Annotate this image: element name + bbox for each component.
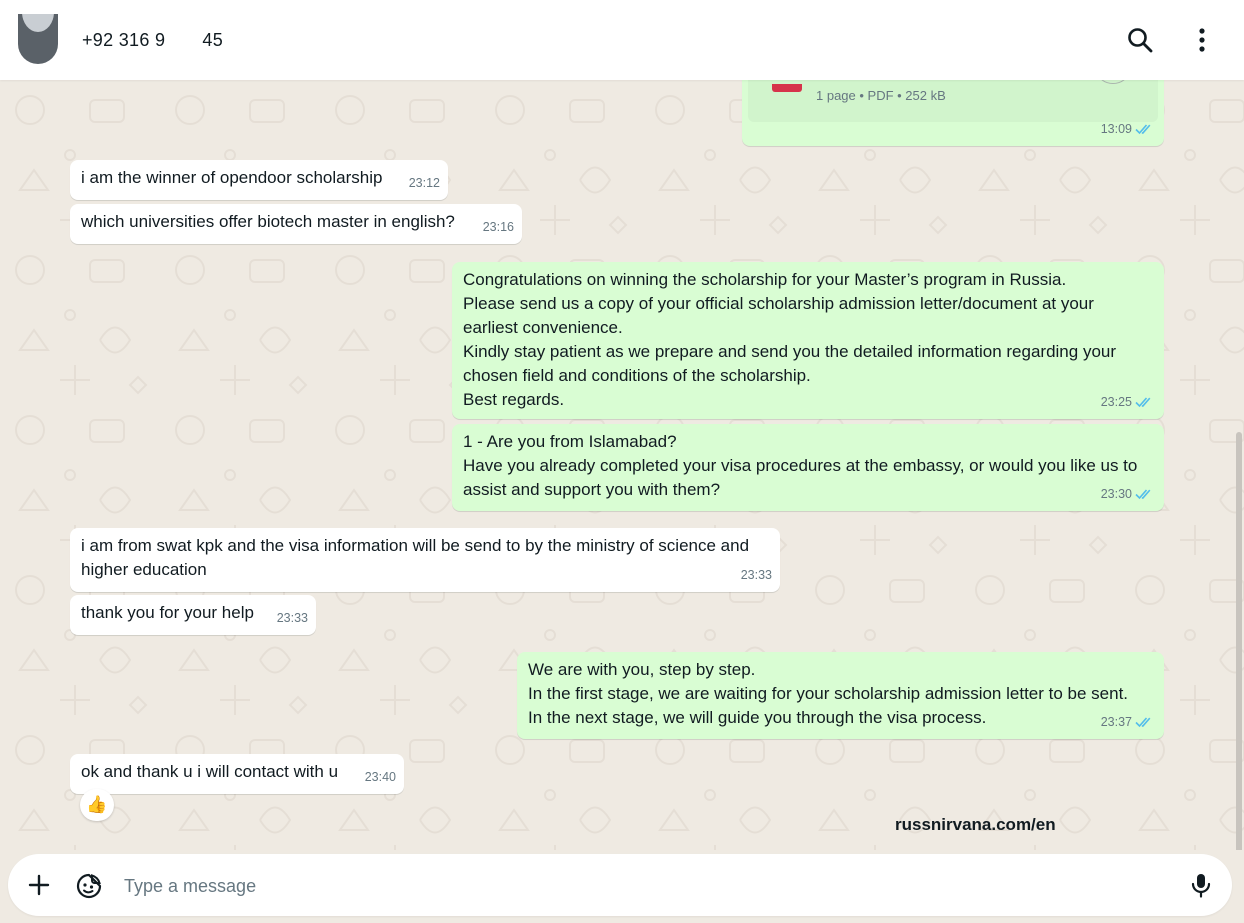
message-text: i am the winner of opendoor scholarship — [81, 168, 383, 187]
incoming-message[interactable]: i am the winner of opendoor scholarship … — [70, 160, 448, 200]
chat-scrollbar[interactable] — [1236, 432, 1242, 850]
message-text: thank you for your help — [81, 603, 254, 622]
chat-header: +92 316 9 45 — [0, 0, 1244, 80]
message-time: 23:25 — [1101, 390, 1154, 414]
pdf-file-icon — [772, 84, 802, 92]
watermark-text: russnirvana.com/en — [895, 815, 1056, 834]
double-check-icon — [1135, 489, 1151, 500]
download-icon[interactable] — [1094, 80, 1132, 84]
sticker-icon[interactable] — [75, 872, 102, 899]
message-time: 23:37 — [1101, 710, 1154, 734]
outgoing-message[interactable]: We are with you, step by step. In the fi… — [517, 652, 1164, 739]
message-composer — [8, 854, 1232, 916]
message-text: i am from swat kpk and the visa informat… — [81, 536, 754, 579]
double-check-icon — [1135, 124, 1151, 135]
menu-icon[interactable] — [1188, 26, 1216, 54]
plus-icon[interactable] — [26, 872, 52, 898]
message-time: 23:16 — [482, 220, 514, 234]
chat-area[interactable]: 1 page • PDF • 252 kB 13:09 i am the win… — [0, 80, 1244, 850]
message-text: ok and thank u i will contact with u — [81, 762, 339, 781]
incoming-message[interactable]: thank you for your help 23:33 — [70, 595, 316, 635]
double-check-icon — [1135, 717, 1151, 728]
message-text: which universities offer biotech master … — [81, 212, 455, 231]
message-time: 23:12 — [408, 176, 440, 190]
pdf-attachment[interactable]: 1 page • PDF • 252 kB — [748, 80, 1158, 122]
contact-name[interactable]: +92 316 9 45 — [82, 30, 223, 51]
message-time: 13:09 — [1101, 117, 1154, 141]
incoming-message[interactable]: which universities offer biotech master … — [70, 204, 522, 244]
outgoing-message[interactable]: Congratulations on winning the scholarsh… — [452, 262, 1164, 419]
incoming-message[interactable]: ok and thank u i will contact with u 23:… — [70, 754, 404, 794]
message-time: 23:40 — [364, 770, 396, 784]
message-input[interactable] — [122, 868, 1166, 904]
pdf-message-bubble[interactable]: 1 page • PDF • 252 kB 13:09 — [742, 80, 1164, 146]
message-time: 23:30 — [1101, 482, 1154, 506]
contact-avatar[interactable] — [18, 14, 58, 64]
message-text: We are with you, step by step. In the fi… — [528, 660, 1129, 727]
outgoing-message[interactable]: 1 - Are you from Islamabad? Have you alr… — [452, 424, 1164, 511]
pdf-meta: 1 page • PDF • 252 kB — [816, 88, 946, 103]
message-text: Congratulations on winning the scholarsh… — [463, 270, 1117, 409]
message-text: 1 - Are you from Islamabad? Have you alr… — [463, 432, 1138, 499]
incoming-message[interactable]: i am from swat kpk and the visa informat… — [70, 528, 780, 592]
message-time: 23:33 — [276, 611, 308, 625]
thumbs-up-icon[interactable]: 👍 — [80, 789, 114, 821]
search-icon[interactable] — [1126, 26, 1154, 54]
message-time: 23:33 — [740, 568, 772, 582]
composer-area — [0, 850, 1244, 923]
double-check-icon — [1135, 397, 1151, 408]
mic-icon[interactable] — [1188, 872, 1214, 898]
